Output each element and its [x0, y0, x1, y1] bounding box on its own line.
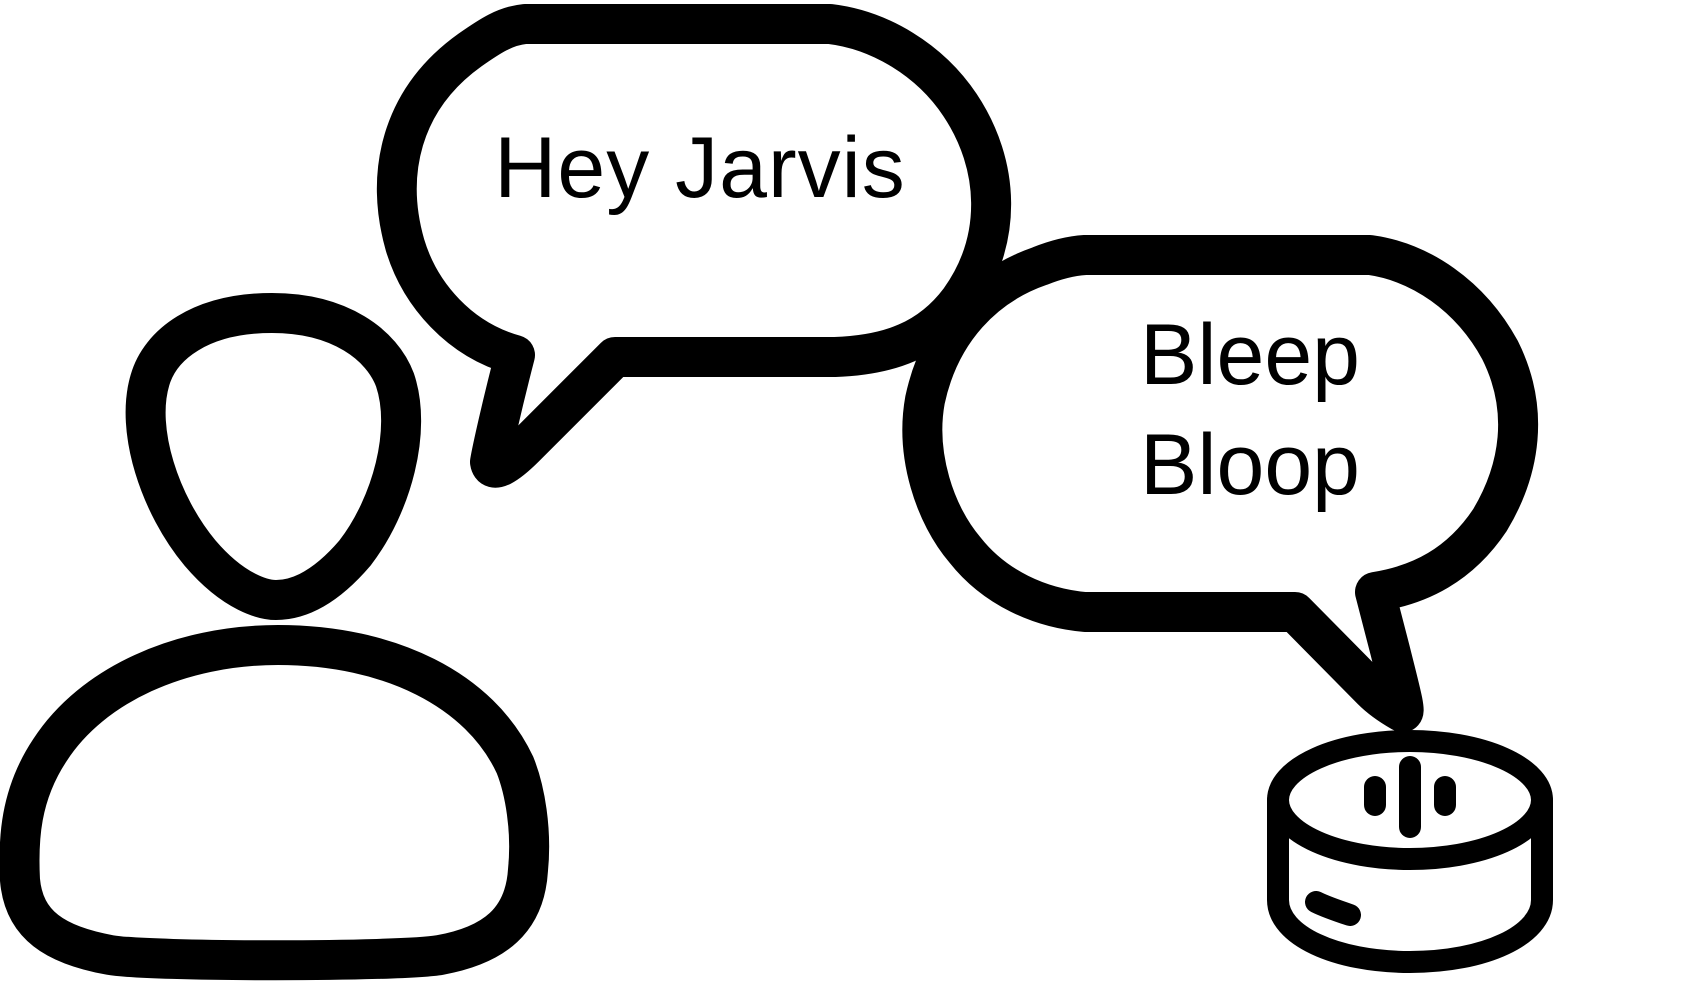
speaker-utterance: Bleep Bloop — [1010, 300, 1490, 520]
user-speech-bubble — [376, 4, 1012, 488]
speaker-utterance-line-1: Bleep — [1140, 307, 1360, 403]
speaker-light-ring — [1305, 891, 1361, 926]
user-utterance: Hey Jarvis — [494, 120, 906, 216]
person-head — [125, 293, 422, 620]
smart-speaker-icon — [1267, 730, 1553, 973]
person-icon — [0, 293, 550, 981]
speaker-utterance-line-2: Bloop — [1140, 417, 1360, 513]
diagram-canvas: Hey Jarvis Bleep Bloop — [0, 0, 1685, 981]
person-body — [0, 625, 550, 981]
